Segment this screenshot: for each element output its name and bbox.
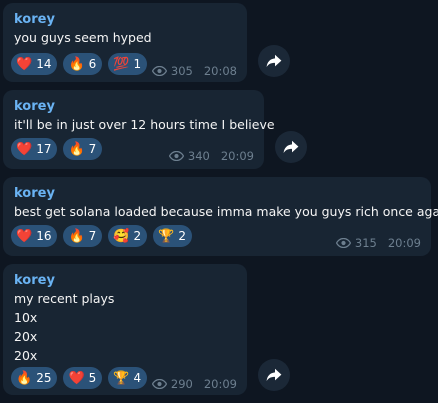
fire-icon: 🔥 <box>16 370 33 386</box>
reaction-count: 14 <box>36 57 52 71</box>
heart-icon: ❤️ <box>16 141 33 157</box>
message-bubble: korey my recent plays 10x 20x 20x 🔥 25 ❤… <box>3 264 247 395</box>
heart-icon: ❤️ <box>16 228 33 244</box>
reaction-heart-button[interactable]: ❤️ 17 <box>11 138 58 160</box>
reaction-heart-button[interactable]: ❤️ 16 <box>11 225 58 247</box>
fire-icon: 🔥 <box>68 228 85 244</box>
views-count: 305 <box>170 64 193 78</box>
message-author[interactable]: korey <box>14 12 237 28</box>
message-time: 20:09 <box>387 236 421 250</box>
reaction-fire-button[interactable]: 🔥 25 <box>11 367 58 389</box>
message-time: 20:08 <box>203 64 237 78</box>
share-arrow-icon <box>266 368 282 381</box>
reactions-row: ❤️ 14 🔥 6 💯 1 <box>11 53 148 75</box>
message-text: 10x <box>14 310 38 325</box>
message-meta: 305 20:08 <box>151 64 237 78</box>
reactions-row: ❤️ 16 🔥 7 🥰 2 🏆 2 <box>11 225 192 247</box>
message-meta: 315 20:09 <box>335 236 421 250</box>
reaction-trophy-button[interactable]: 🏆 2 <box>153 225 192 247</box>
views-count: 340 <box>187 149 210 163</box>
message-author[interactable]: korey <box>14 99 254 115</box>
fire-icon: 🔥 <box>68 56 85 72</box>
reaction-count: 4 <box>133 371 142 385</box>
reaction-count: 7 <box>88 229 97 243</box>
message-text: 20x <box>14 348 38 363</box>
message-meta: 290 20:09 <box>151 377 237 391</box>
reaction-fire-button[interactable]: 🔥 7 <box>63 138 103 160</box>
reaction-heart-button[interactable]: ❤️ 14 <box>11 53 58 75</box>
message-time: 20:09 <box>220 149 254 163</box>
message-bubble: korey you guys seem hyped ❤️ 14 🔥 6 💯 1 … <box>3 3 247 82</box>
reaction-trophy-button[interactable]: 🏆 4 <box>108 367 148 389</box>
reaction-hundred-button[interactable]: 💯 1 <box>108 53 148 75</box>
heart-icon: ❤️ <box>68 370 85 386</box>
reaction-count: 2 <box>178 229 186 243</box>
reaction-count: 25 <box>36 371 52 385</box>
trophy-icon: 🏆 <box>158 228 175 244</box>
hundred-points-icon: 💯 <box>113 56 130 72</box>
share-arrow-icon <box>266 54 282 67</box>
message-author[interactable]: korey <box>14 186 421 202</box>
message-text: it'll be in just over 12 hours time I be… <box>14 117 275 132</box>
message-bubble: korey best get solana loaded because imm… <box>3 177 438 256</box>
reactions-row: 🔥 25 ❤️ 5 🏆 4 <box>11 367 148 389</box>
views-eye-icon <box>335 238 351 248</box>
message-text: best get solana loaded because imma make… <box>14 204 438 219</box>
reaction-count: 17 <box>36 142 52 156</box>
reaction-count: 16 <box>36 229 52 243</box>
message-bubble: korey it'll be in just over 12 hours tim… <box>3 90 275 169</box>
share-arrow-icon <box>283 140 299 153</box>
share-button[interactable] <box>275 131 307 163</box>
views-eye-icon <box>151 66 167 76</box>
reaction-heart-button[interactable]: ❤️ 5 <box>63 367 103 389</box>
fire-icon: 🔥 <box>68 141 85 157</box>
reaction-fire-button[interactable]: 🔥 7 <box>63 225 103 247</box>
message-time: 20:09 <box>203 377 237 391</box>
message-meta: 340 20:09 <box>168 149 254 163</box>
reaction-hearts-face-button[interactable]: 🥰 2 <box>108 225 148 247</box>
reaction-count: 7 <box>88 142 97 156</box>
message-text: 20x <box>14 329 38 344</box>
reaction-count: 1 <box>133 57 142 71</box>
trophy-icon: 🏆 <box>113 370 130 386</box>
views-eye-icon <box>168 151 184 161</box>
views-count: 315 <box>354 236 377 250</box>
reaction-count: 6 <box>88 57 97 71</box>
message-text: you guys seem hyped <box>14 30 152 45</box>
views-eye-icon <box>151 379 167 389</box>
reaction-count: 5 <box>88 371 97 385</box>
message-author[interactable]: korey <box>14 273 237 289</box>
smiling-face-with-hearts-icon: 🥰 <box>113 228 130 244</box>
views-count: 290 <box>170 377 193 391</box>
share-button[interactable] <box>258 359 290 391</box>
message-text: my recent plays <box>14 291 115 306</box>
reactions-row: ❤️ 17 🔥 7 <box>11 138 103 160</box>
reaction-fire-button[interactable]: 🔥 6 <box>63 53 103 75</box>
share-button[interactable] <box>258 45 290 77</box>
heart-icon: ❤️ <box>16 56 33 72</box>
reaction-count: 2 <box>133 229 142 243</box>
